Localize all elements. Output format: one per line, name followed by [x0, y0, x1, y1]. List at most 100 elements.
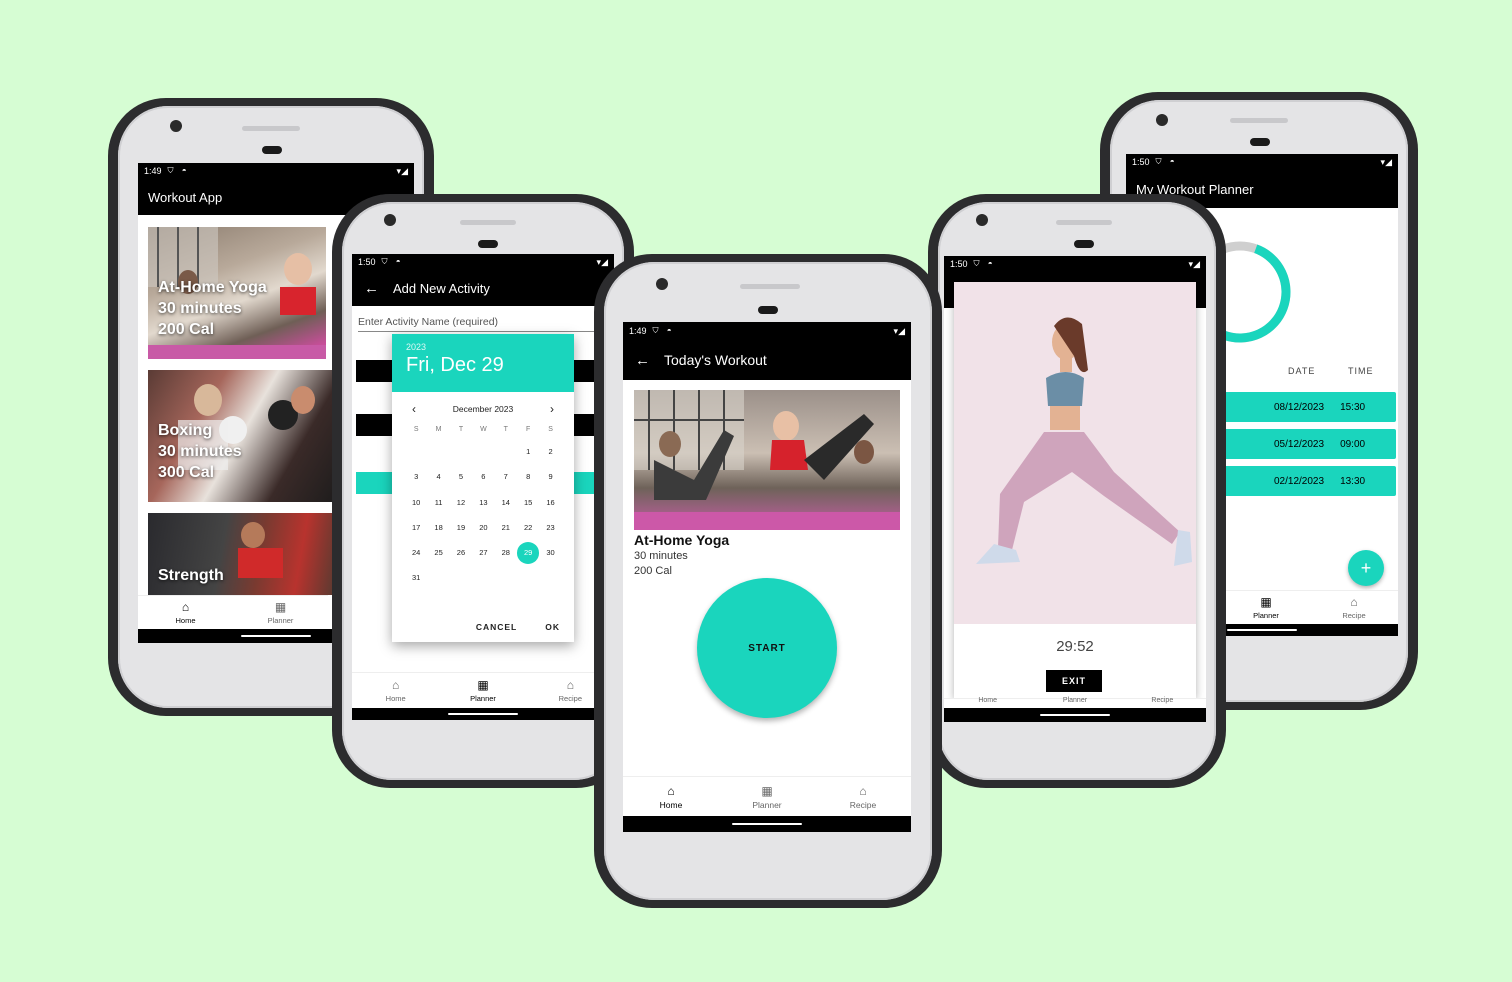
weekday-label: S — [548, 426, 553, 433]
calendar-day[interactable]: 28 — [495, 542, 517, 564]
status-icons: ⛉ ◓ — [973, 259, 996, 268]
calendar-day[interactable]: 30 — [539, 542, 561, 564]
card-calories: 200 Cal — [158, 321, 215, 338]
calendar-empty-cell — [472, 567, 494, 589]
calendar-empty-cell — [495, 567, 517, 589]
exit-button[interactable]: EXIT — [1046, 670, 1102, 692]
workout-card-yoga[interactable]: At-Home Yoga 30 minutes 200 Cal — [148, 227, 326, 359]
workout-image — [634, 390, 900, 530]
calendar-day[interactable]: 16 — [539, 492, 561, 514]
nav-recipe[interactable]: Recipe — [1119, 697, 1206, 708]
status-time: 1:50 — [950, 259, 968, 269]
calendar-day[interactable]: 10 — [405, 492, 427, 514]
calendar-day[interactable]: 27 — [472, 542, 494, 564]
nav-label: Recipe — [1151, 697, 1174, 704]
nav-recipe[interactable]: ⌂ Recipe — [815, 777, 911, 816]
cancel-button[interactable]: CANCEL — [476, 622, 517, 632]
nav-label: Planner — [267, 616, 294, 625]
calendar-day[interactable]: 6 — [472, 466, 494, 488]
status-time: 1:49 — [629, 326, 647, 336]
nav-home[interactable]: ⌂ Home — [138, 596, 233, 629]
nav-home[interactable]: ⌂ Home — [623, 777, 719, 816]
planner-row[interactable]: 02/12/2023 13:30 — [1222, 466, 1396, 496]
status-icons: ⛉ ◓ — [652, 326, 675, 335]
nav-planner[interactable]: ▦ Planner — [439, 673, 526, 708]
calendar-icon: ▦ — [477, 678, 489, 692]
calendar-day[interactable]: 11 — [427, 492, 449, 514]
calendar-day[interactable]: 14 — [495, 492, 517, 514]
nav-planner[interactable]: ▦ Planner — [719, 777, 815, 816]
back-arrow-icon[interactable]: ← — [635, 352, 650, 369]
calendar-day[interactable]: 20 — [472, 517, 494, 539]
calendar-day[interactable]: 13 — [472, 492, 494, 514]
nav-planner[interactable]: ▦ Planner — [1222, 591, 1310, 624]
proximity-sensor — [478, 240, 498, 248]
planner-row[interactable]: 08/12/2023 15:30 — [1222, 392, 1396, 422]
calendar-day[interactable]: 19 — [450, 517, 472, 539]
calendar-day[interactable]: 5 — [450, 466, 472, 488]
start-button[interactable]: START — [697, 578, 837, 718]
calendar-day[interactable]: 29 — [516, 541, 540, 564]
calendar-day[interactable]: 2 — [539, 441, 561, 463]
nav-recipe[interactable]: ⌂ Recipe — [1310, 591, 1398, 624]
month-label: December 2023 — [452, 404, 514, 414]
prev-month-icon[interactable]: ‹ — [412, 402, 416, 416]
weekday-label: F — [526, 426, 531, 433]
nav-home[interactable]: ⌂ Home — [352, 673, 439, 708]
screen: 1:50 ⛉ ◓ ▾◢ 29:52 EXIT Home Planner Reci… — [944, 256, 1206, 722]
calendar-day[interactable]: 25 — [427, 542, 449, 564]
phone-body: 1:50 ⛉ ◓ ▾◢ ← Add New Activity Enter Act… — [342, 202, 624, 780]
calendar-day[interactable]: 24 — [405, 542, 427, 564]
card-duration: 30 minutes — [158, 443, 242, 460]
home-icon: ⌂ — [392, 678, 400, 692]
add-fab[interactable]: + — [1348, 550, 1384, 586]
calendar-day[interactable]: 1 — [517, 441, 539, 463]
nav-label: Planner — [752, 799, 782, 810]
calendar-day[interactable]: 4 — [427, 466, 449, 488]
signal-icon: ▾◢ — [1380, 156, 1392, 167]
workout-card-strength[interactable]: Strength — [148, 513, 334, 595]
calendar-day[interactable]: 23 — [539, 517, 561, 539]
calendar-empty-cell — [427, 441, 449, 463]
calendar-day[interactable]: 17 — [405, 517, 427, 539]
front-camera — [656, 278, 668, 290]
picker-year[interactable]: 2023 — [406, 342, 560, 352]
calendar-day[interactable]: 31 — [405, 567, 427, 589]
card-calories: 300 Cal — [158, 464, 215, 481]
card-duration: 30 minutes — [158, 300, 242, 317]
calendar-day[interactable]: 21 — [495, 517, 517, 539]
proximity-sensor — [758, 306, 778, 314]
nav-planner[interactable]: ▦ Planner — [233, 596, 328, 629]
next-month-icon[interactable]: › — [550, 402, 554, 416]
speaker-grille — [1230, 118, 1288, 123]
calendar-day[interactable]: 8 — [517, 466, 539, 488]
calendar-day[interactable]: 18 — [427, 517, 449, 539]
status-time: 1:50 — [1132, 157, 1150, 167]
workout-card-boxing[interactable]: Boxing 30 minutes 300 Cal — [148, 370, 334, 502]
nav-label: Planner — [470, 694, 496, 703]
calendar-day[interactable]: 9 — [539, 466, 561, 488]
planner-row[interactable]: 05/12/2023 09:00 — [1222, 429, 1396, 459]
activity-name-input[interactable]: Enter Activity Name (required) — [358, 316, 598, 332]
proximity-sensor — [1074, 240, 1094, 248]
back-arrow-icon[interactable]: ← — [364, 280, 379, 297]
calendar-day[interactable]: 15 — [517, 492, 539, 514]
calendar-empty-cell — [539, 567, 561, 589]
status-bar: 1:50 ⛉ ◓ ▾◢ — [944, 256, 1206, 272]
signal-icon: ▾◢ — [1188, 258, 1200, 269]
calendar-day[interactable]: 3 — [405, 466, 427, 488]
header-time: TIME — [1348, 366, 1374, 376]
calendar-empty-cell — [427, 567, 449, 589]
calendar-day[interactable]: 22 — [517, 517, 539, 539]
status-icons: ⛉ ◓ — [1155, 157, 1178, 166]
calendar-day[interactable]: 7 — [495, 466, 517, 488]
calendar-day[interactable]: 26 — [450, 542, 472, 564]
card-title: Boxing — [158, 422, 213, 439]
nav-planner[interactable]: Planner — [1031, 697, 1118, 708]
card-title: Strength — [158, 567, 224, 584]
calendar-day[interactable]: 12 — [450, 492, 472, 514]
row-date: 02/12/2023 — [1274, 475, 1325, 487]
ok-button[interactable]: OK — [545, 622, 560, 632]
weekday-label: M — [435, 426, 442, 433]
nav-home[interactable]: Home — [944, 697, 1031, 708]
